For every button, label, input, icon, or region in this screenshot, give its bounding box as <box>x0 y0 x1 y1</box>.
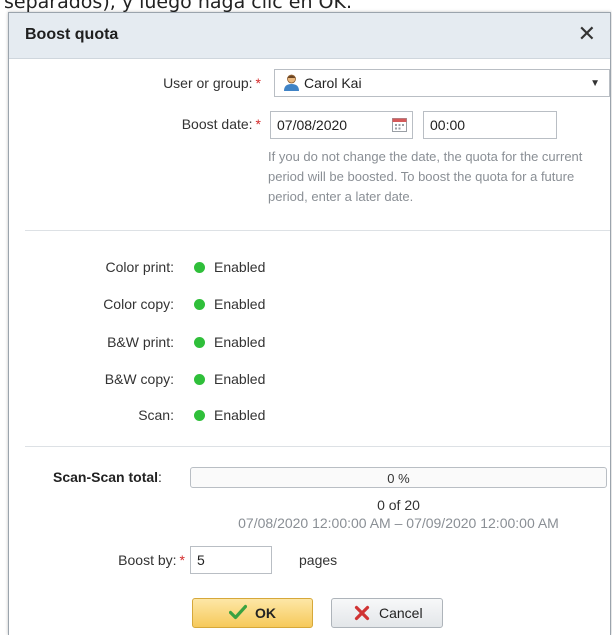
permission-value: Enabled <box>214 371 266 387</box>
dialog-titlebar: Boost quota ✕ <box>9 13 610 59</box>
permission-value: Enabled <box>214 259 266 275</box>
permission-value: Enabled <box>214 296 266 312</box>
section-divider <box>25 230 610 231</box>
status-dot-icon <box>194 262 205 273</box>
user-group-label-text: User or group: <box>163 75 253 91</box>
quota-label: Scan-Scan total: <box>53 469 162 485</box>
section-divider <box>25 446 610 447</box>
boost-date-label-text: Boost date: <box>181 116 253 132</box>
permission-value: Enabled <box>214 407 266 423</box>
x-icon <box>354 605 370 621</box>
permission-label: Color print: <box>105 259 174 275</box>
user-group-select[interactable]: Carol Kai ▼ <box>274 69 610 97</box>
quota-progress-bar: 0 % <box>190 467 607 488</box>
ok-button-label: OK <box>255 605 276 621</box>
ok-button[interactable]: OK <box>192 598 313 628</box>
quota-label-text: Scan-Scan total <box>53 469 159 485</box>
dialog-title: Boost quota <box>25 26 119 43</box>
chevron-down-icon[interactable]: ▼ <box>590 78 600 89</box>
permission-label: Scan: <box>138 407 174 423</box>
permission-label: Color copy: <box>103 296 174 312</box>
permission-label: B&W copy: <box>104 371 174 387</box>
user-icon <box>284 74 299 91</box>
boost-date-value: 07/08/2020 <box>277 117 348 133</box>
permission-label: B&W print: <box>107 334 174 350</box>
boost-by-unit: pages <box>299 552 338 568</box>
status-dot-icon <box>194 374 205 385</box>
background-document-text: separados), y luego haga clic en OK. <box>4 0 352 12</box>
required-marker: * <box>179 552 185 568</box>
quota-period-range: 07/08/2020 12:00:00 AM – 07/09/2020 12:0… <box>238 515 559 531</box>
boost-by-input[interactable] <box>190 546 272 574</box>
quota-count: 0 of 20 <box>377 497 420 513</box>
quota-progress-text: 0 % <box>387 471 410 486</box>
check-icon <box>229 604 247 620</box>
background-document: separados), y luego haga clic en OK. <box>0 0 612 12</box>
boost-by-label: Boost by: * <box>118 552 185 568</box>
quota-label-colon: : <box>158 469 162 485</box>
status-dot-icon <box>194 337 205 348</box>
boost-date-label: Boost date: * <box>182 116 261 132</box>
boost-date-field[interactable]: 07/08/2020 <box>270 111 413 139</box>
permission-value: Enabled <box>214 334 266 350</box>
calendar-icon[interactable] <box>392 117 407 132</box>
boost-by-label-text: Boost by: <box>118 552 177 568</box>
status-dot-icon <box>194 410 205 421</box>
user-group-value: Carol Kai <box>304 75 362 91</box>
cancel-button-label: Cancel <box>379 605 423 621</box>
close-icon[interactable]: ✕ <box>578 22 596 46</box>
boost-quota-dialog: Boost quota ✕ User or group: * Carol Kai … <box>8 12 611 635</box>
boost-date-help-text: If you do not change the date, the quota… <box>268 149 583 204</box>
required-marker: * <box>255 116 261 132</box>
boost-time-value: 00:00 <box>430 117 466 133</box>
status-dot-icon <box>194 299 205 310</box>
required-marker: * <box>255 75 261 91</box>
user-group-label: User or group: * <box>163 75 261 91</box>
cancel-button[interactable]: Cancel <box>331 598 443 628</box>
boost-time-field[interactable]: 00:00 <box>423 111 557 139</box>
